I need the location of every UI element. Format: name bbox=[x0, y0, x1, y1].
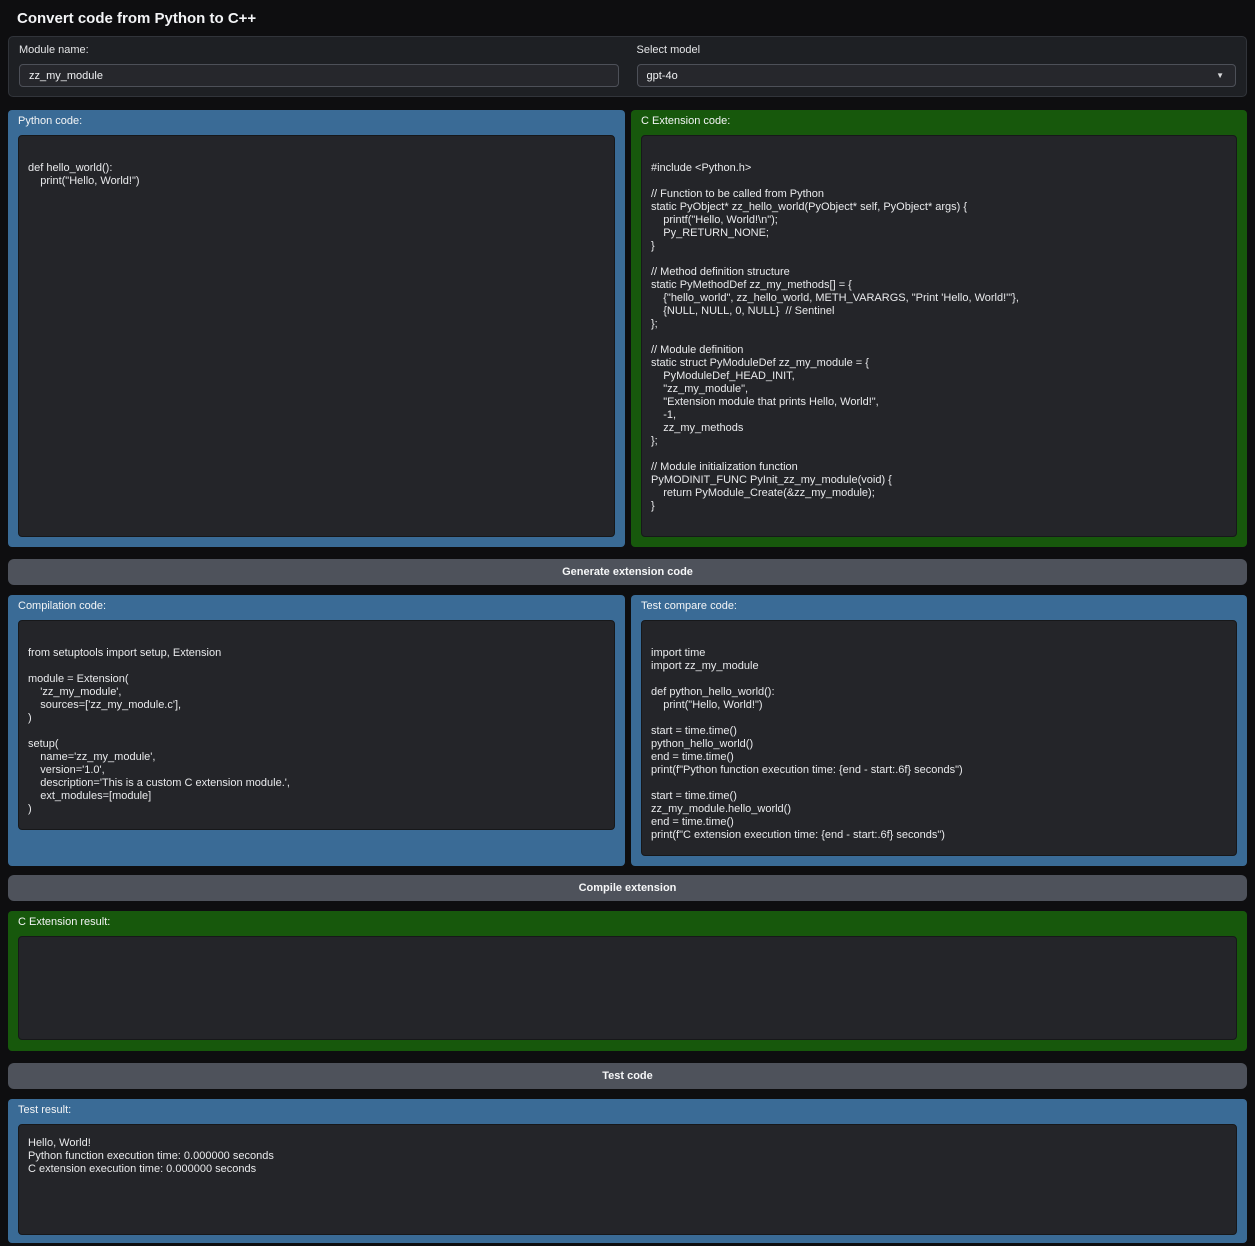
compile-test-row: Compilation code: from setuptools import… bbox=[8, 595, 1247, 866]
compilation-code-label: Compilation code: bbox=[18, 600, 615, 616]
c-extension-code-label: C Extension code: bbox=[641, 115, 1237, 131]
module-name-field-group: Module name: bbox=[19, 44, 619, 87]
module-name-label: Module name: bbox=[19, 44, 619, 56]
test-result-textarea[interactable]: Hello, World! Python function execution … bbox=[18, 1124, 1237, 1235]
c-extension-result-textarea[interactable] bbox=[18, 936, 1237, 1040]
compilation-code-panel: Compilation code: from setuptools import… bbox=[8, 595, 625, 866]
model-select-value: gpt-4o bbox=[647, 70, 678, 82]
test-code-button[interactable]: Test code bbox=[8, 1063, 1247, 1089]
test-compare-code-panel: Test compare code: import time import zz… bbox=[631, 595, 1247, 866]
model-select[interactable]: gpt-4o ▼ bbox=[637, 64, 1237, 87]
chevron-down-icon: ▼ bbox=[1216, 71, 1224, 80]
python-code-textarea[interactable]: def hello_world(): print("Hello, World!"… bbox=[18, 135, 615, 537]
page-title: Convert code from Python to C++ bbox=[8, 0, 1247, 28]
python-code-panel: Python code: def hello_world(): print("H… bbox=[8, 110, 625, 547]
compilation-code-textarea[interactable]: from setuptools import setup, Extension … bbox=[18, 620, 615, 830]
generate-extension-code-button[interactable]: Generate extension code bbox=[8, 559, 1247, 585]
test-compare-code-textarea[interactable]: import time import zz_my_module def pyth… bbox=[641, 620, 1237, 856]
settings-group: Module name: Select model gpt-4o ▼ bbox=[8, 36, 1247, 97]
c-extension-result-panel: C Extension result: bbox=[8, 911, 1247, 1051]
c-extension-code-panel: C Extension code: #include <Python.h> //… bbox=[631, 110, 1247, 547]
test-compare-code-label: Test compare code: bbox=[641, 600, 1237, 616]
app-container: Convert code from Python to C++ Module n… bbox=[0, 0, 1255, 1243]
model-select-group: Select model gpt-4o ▼ bbox=[637, 44, 1237, 87]
c-extension-code-textarea[interactable]: #include <Python.h> // Function to be ca… bbox=[641, 135, 1237, 537]
test-result-label: Test result: bbox=[18, 1104, 1237, 1120]
python-code-label: Python code: bbox=[18, 115, 615, 131]
c-extension-result-label: C Extension result: bbox=[18, 916, 1237, 932]
module-name-input[interactable] bbox=[19, 64, 619, 87]
model-select-label: Select model bbox=[637, 44, 1237, 56]
code-row: Python code: def hello_world(): print("H… bbox=[8, 110, 1247, 547]
test-result-panel: Test result: Hello, World! Python functi… bbox=[8, 1099, 1247, 1243]
compile-extension-button[interactable]: Compile extension bbox=[8, 875, 1247, 901]
